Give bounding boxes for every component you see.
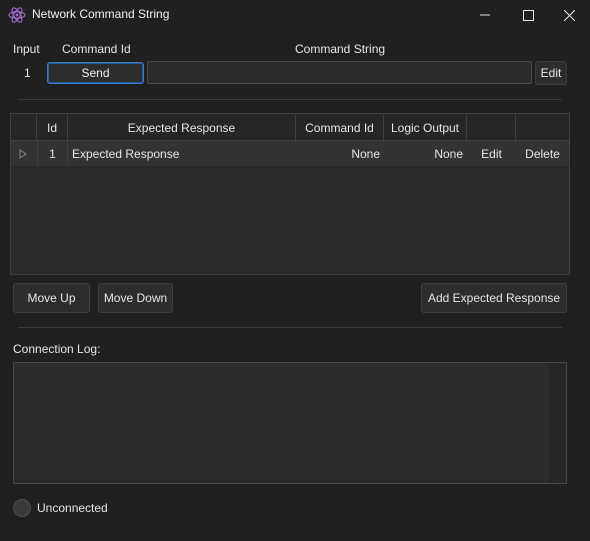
command-string-input[interactable] xyxy=(147,61,532,84)
connection-log-textarea[interactable] xyxy=(13,362,567,484)
connection-status-text: Unconnected xyxy=(37,501,108,515)
table-row[interactable]: 1 Expected Response None None Edit Delet… xyxy=(11,141,569,166)
connection-log-label: Connection Log: xyxy=(13,342,101,356)
row-edit-button[interactable]: Edit xyxy=(467,141,516,166)
column-header-command-id[interactable]: Command Id xyxy=(296,114,384,141)
window-title: Network Command String xyxy=(32,7,170,21)
title-bar: Network Command String xyxy=(0,0,590,30)
row-arrow-icon xyxy=(19,148,27,159)
input-label: Input xyxy=(13,42,40,56)
minimize-button[interactable] xyxy=(462,0,508,30)
command-id-label: Command Id xyxy=(62,42,131,56)
column-header-delete xyxy=(516,114,569,141)
divider-bottom xyxy=(18,327,562,328)
maximize-button[interactable] xyxy=(505,0,551,30)
grid-header-spacer xyxy=(11,114,37,141)
add-expected-response-button[interactable]: Add Expected Response xyxy=(421,283,567,313)
connection-log-content xyxy=(14,363,566,371)
cell-logic-output[interactable]: None xyxy=(384,141,463,166)
divider-top xyxy=(18,99,562,100)
minimize-icon xyxy=(480,14,490,16)
maximize-icon xyxy=(522,9,534,21)
move-down-button[interactable]: Move Down xyxy=(98,283,173,313)
cell-id: 1 xyxy=(37,141,68,166)
expected-response-grid[interactable]: Id Expected Response Command Id Logic Ou… xyxy=(10,113,570,275)
connection-status-indicator xyxy=(13,499,31,517)
column-header-edit xyxy=(467,114,516,141)
log-scrollbar[interactable] xyxy=(549,363,566,483)
grid-header: Id Expected Response Command Id Logic Ou… xyxy=(11,114,569,141)
column-header-id[interactable]: Id xyxy=(37,114,68,141)
row-delete-button[interactable]: Delete xyxy=(516,141,569,166)
react-atom-icon xyxy=(8,7,26,23)
close-icon xyxy=(563,9,575,21)
move-up-button[interactable]: Move Up xyxy=(13,283,90,313)
command-string-label: Command String xyxy=(295,42,386,56)
cell-command-id[interactable]: None xyxy=(296,141,380,166)
cell-expected-response[interactable]: Expected Response xyxy=(72,141,292,166)
row-indicator xyxy=(19,141,37,166)
column-header-expected-response[interactable]: Expected Response xyxy=(68,114,296,141)
column-header-logic-output[interactable]: Logic Output xyxy=(384,114,467,141)
close-button[interactable] xyxy=(546,0,590,30)
input-number: 1 xyxy=(24,66,31,80)
send-button[interactable]: Send xyxy=(47,62,144,84)
edit-command-button[interactable]: Edit xyxy=(535,61,567,85)
